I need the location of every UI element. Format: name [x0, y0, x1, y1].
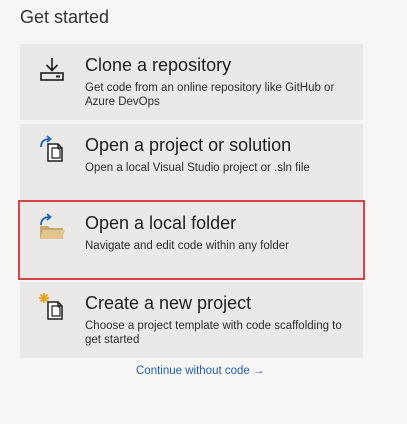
card-title: Create a new project [85, 293, 252, 313]
open-solution-icon [40, 135, 63, 162]
card-title: Clone a repository [85, 55, 232, 75]
card-description: Navigate and edit code within any folder [85, 240, 289, 252]
new-project-icon [39, 293, 63, 320]
open-local-folder-button[interactable]: Open a local folder Navigate and edit co… [20, 202, 363, 278]
open-project-button[interactable]: Open a project or solution Open a local … [20, 124, 363, 200]
create-new-project-button[interactable]: Create a new project Choose a project te… [20, 282, 363, 358]
get-started-page: Get started Clone a repository Get code … [0, 0, 407, 424]
card-description: Open a local Visual Studio project or .s… [85, 162, 310, 174]
page-title: Get started [20, 7, 110, 27]
open-folder-icon [40, 213, 65, 239]
card-description: Get code from an online repository like … [85, 82, 335, 108]
clone-repository-button[interactable]: Clone a repository Get code from an onli… [20, 44, 363, 120]
card-title: Open a local folder [85, 213, 237, 233]
card-description: Choose a project template with code scaf… [85, 320, 342, 346]
clone-download-icon [40, 58, 64, 81]
continue-without-code-link[interactable]: Continue without code → [136, 365, 265, 377]
card-title: Open a project or solution [85, 135, 292, 155]
